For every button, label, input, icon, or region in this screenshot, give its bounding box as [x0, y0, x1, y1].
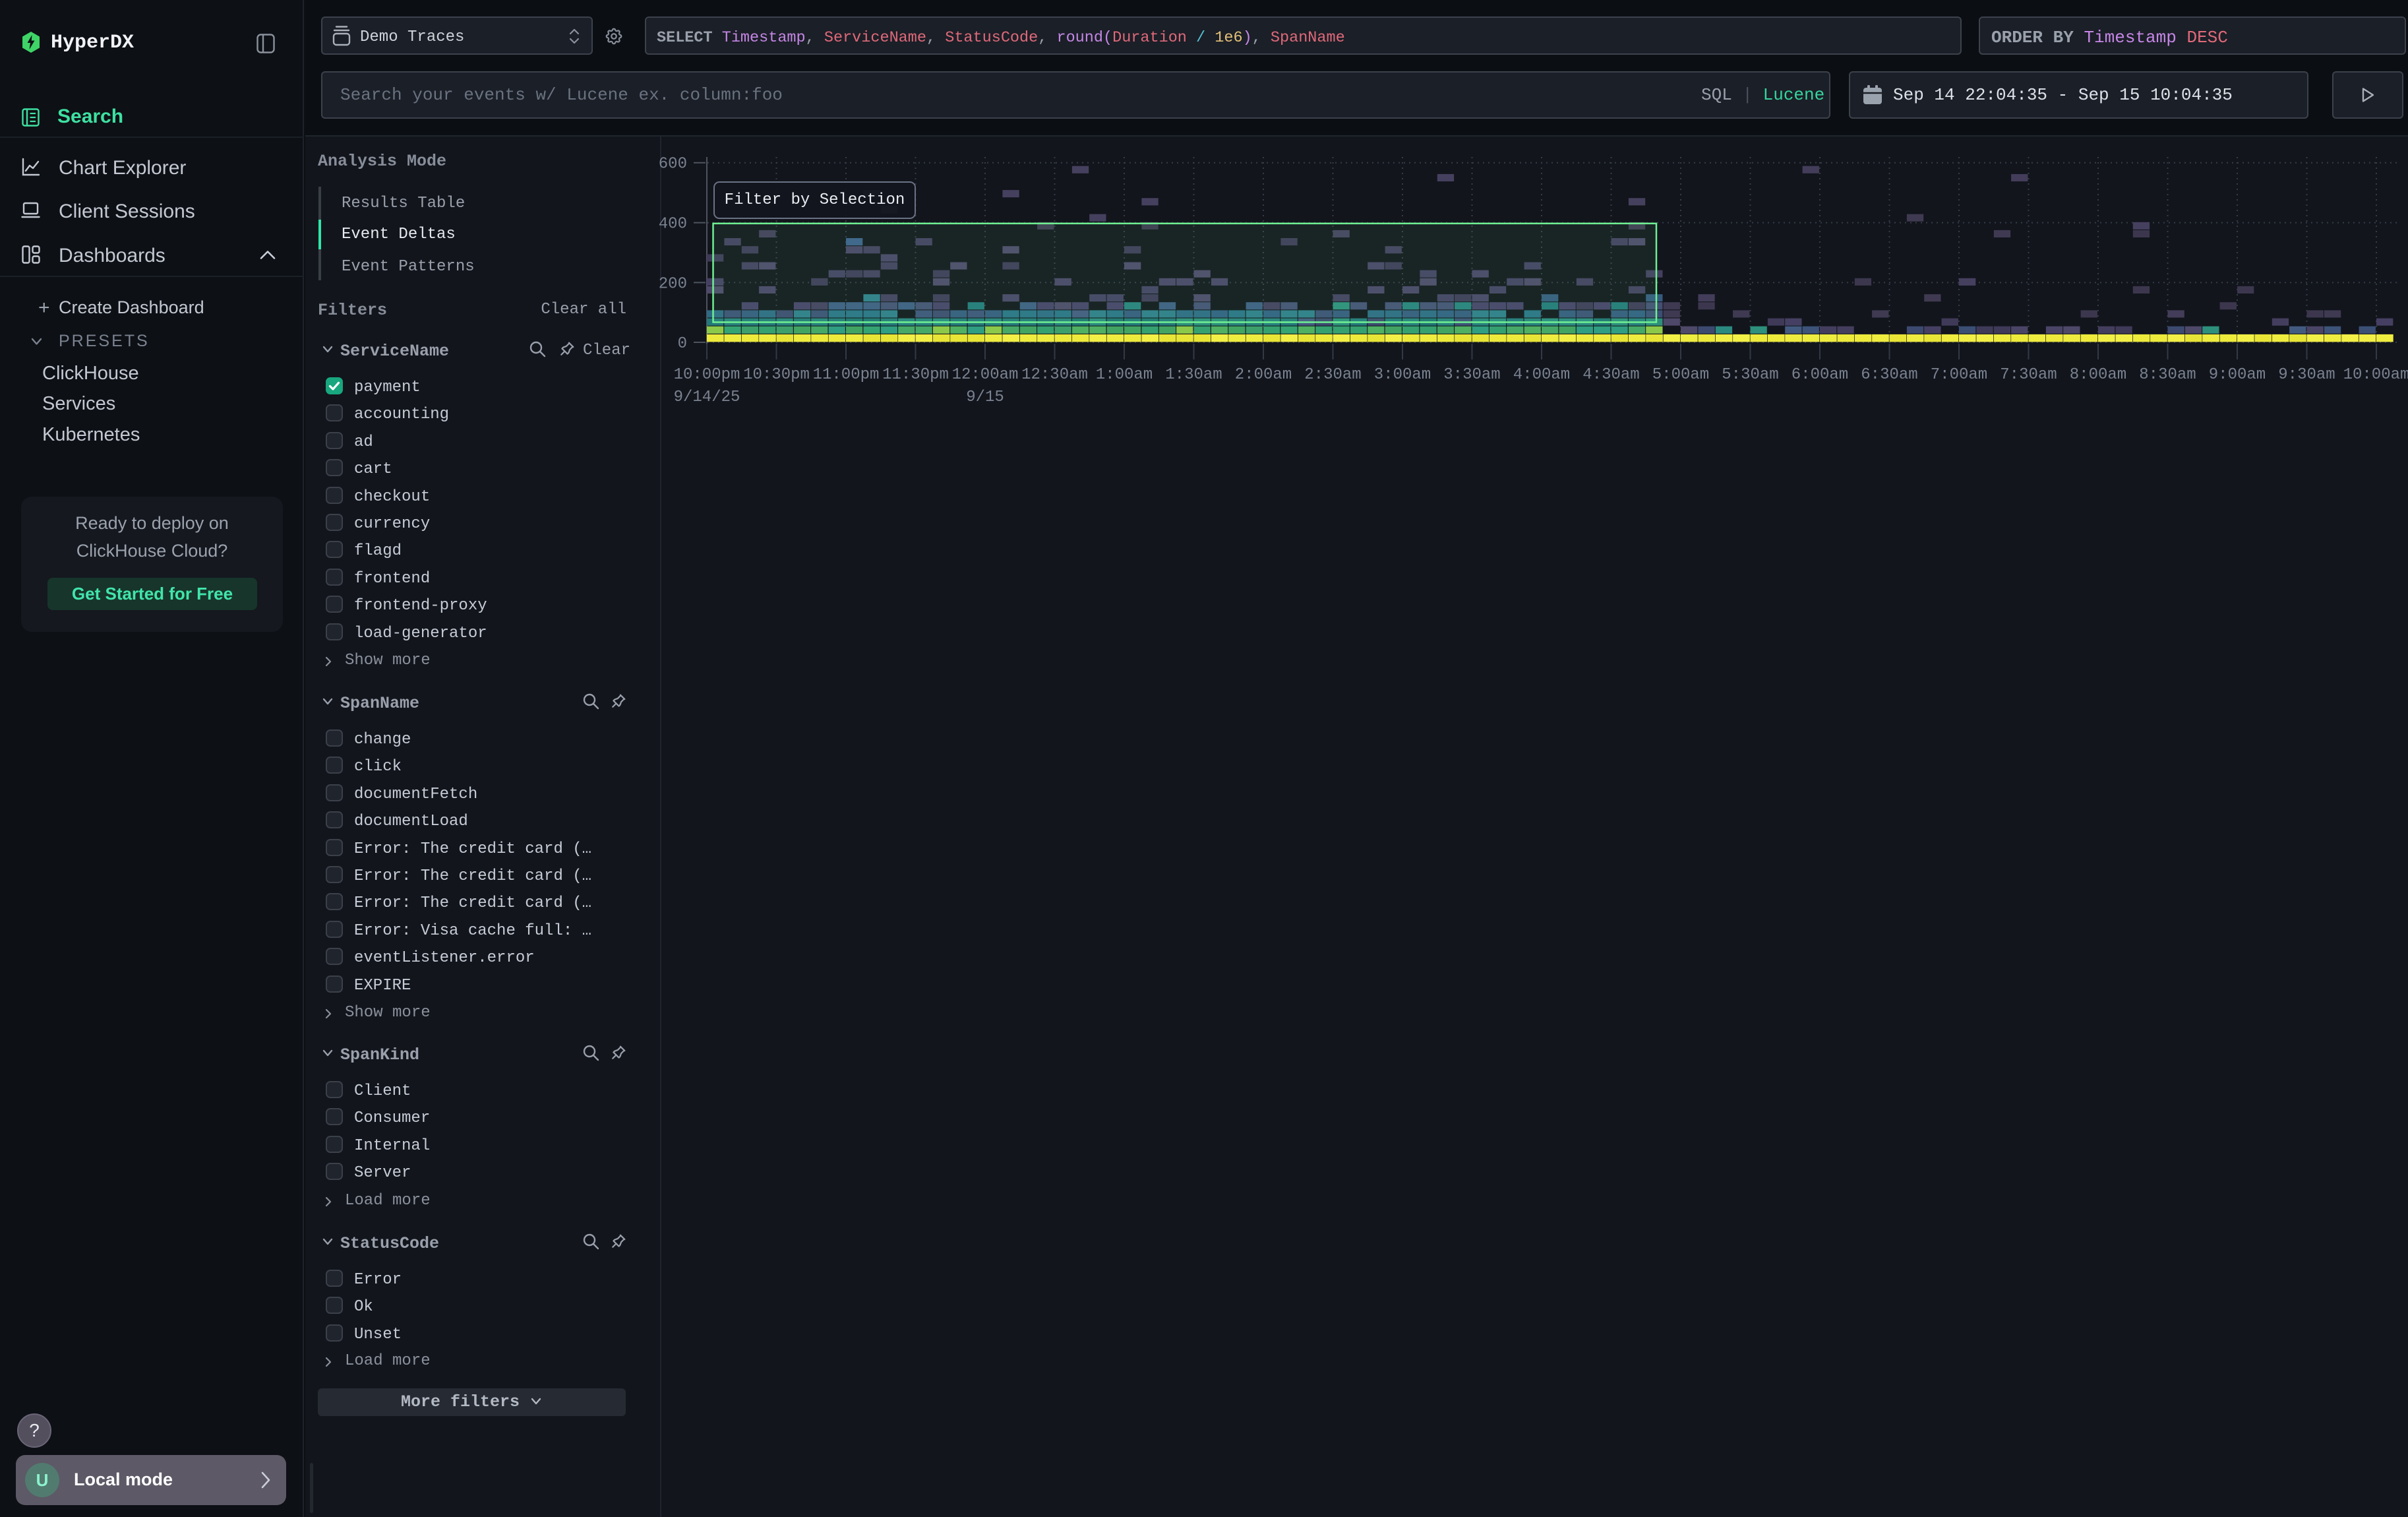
svg-text:4:30am: 4:30am: [1582, 366, 1639, 384]
svg-text:10:00pm: 10:00pm: [674, 366, 740, 384]
svg-text:12:00am: 12:00am: [952, 366, 1019, 384]
svg-text:8:30am: 8:30am: [2139, 366, 2196, 384]
svg-text:2:00am: 2:00am: [1235, 366, 1292, 384]
svg-text:4:00am: 4:00am: [1513, 366, 1570, 384]
svg-text:200: 200: [659, 275, 687, 293]
svg-text:0: 0: [678, 335, 687, 353]
svg-text:400: 400: [659, 216, 687, 233]
svg-text:2:30am: 2:30am: [1304, 366, 1361, 384]
svg-text:1:00am: 1:00am: [1096, 366, 1153, 384]
svg-text:9/14/25: 9/14/25: [674, 388, 740, 406]
svg-text:11:00pm: 11:00pm: [813, 366, 880, 384]
svg-text:6:30am: 6:30am: [1861, 366, 1917, 384]
svg-text:5:00am: 5:00am: [1652, 366, 1709, 384]
svg-text:9:30am: 9:30am: [2278, 366, 2335, 384]
svg-text:7:00am: 7:00am: [1931, 366, 1987, 384]
svg-text:12:30am: 12:30am: [1021, 366, 1088, 384]
svg-text:9:00am: 9:00am: [2209, 366, 2266, 384]
svg-text:5:30am: 5:30am: [1722, 366, 1778, 384]
svg-text:600: 600: [659, 156, 687, 173]
svg-text:3:00am: 3:00am: [1374, 366, 1431, 384]
svg-text:10:30pm: 10:30pm: [743, 366, 810, 384]
svg-text:11:30pm: 11:30pm: [882, 366, 949, 384]
svg-text:1:30am: 1:30am: [1165, 366, 1222, 384]
svg-text:8:00am: 8:00am: [2070, 366, 2126, 384]
svg-text:6:00am: 6:00am: [1791, 366, 1848, 384]
svg-text:7:30am: 7:30am: [2000, 366, 2057, 384]
svg-text:3:30am: 3:30am: [1443, 366, 1500, 384]
svg-text:10:00am: 10:00am: [2343, 366, 2408, 384]
svg-text:9/15: 9/15: [966, 388, 1004, 406]
